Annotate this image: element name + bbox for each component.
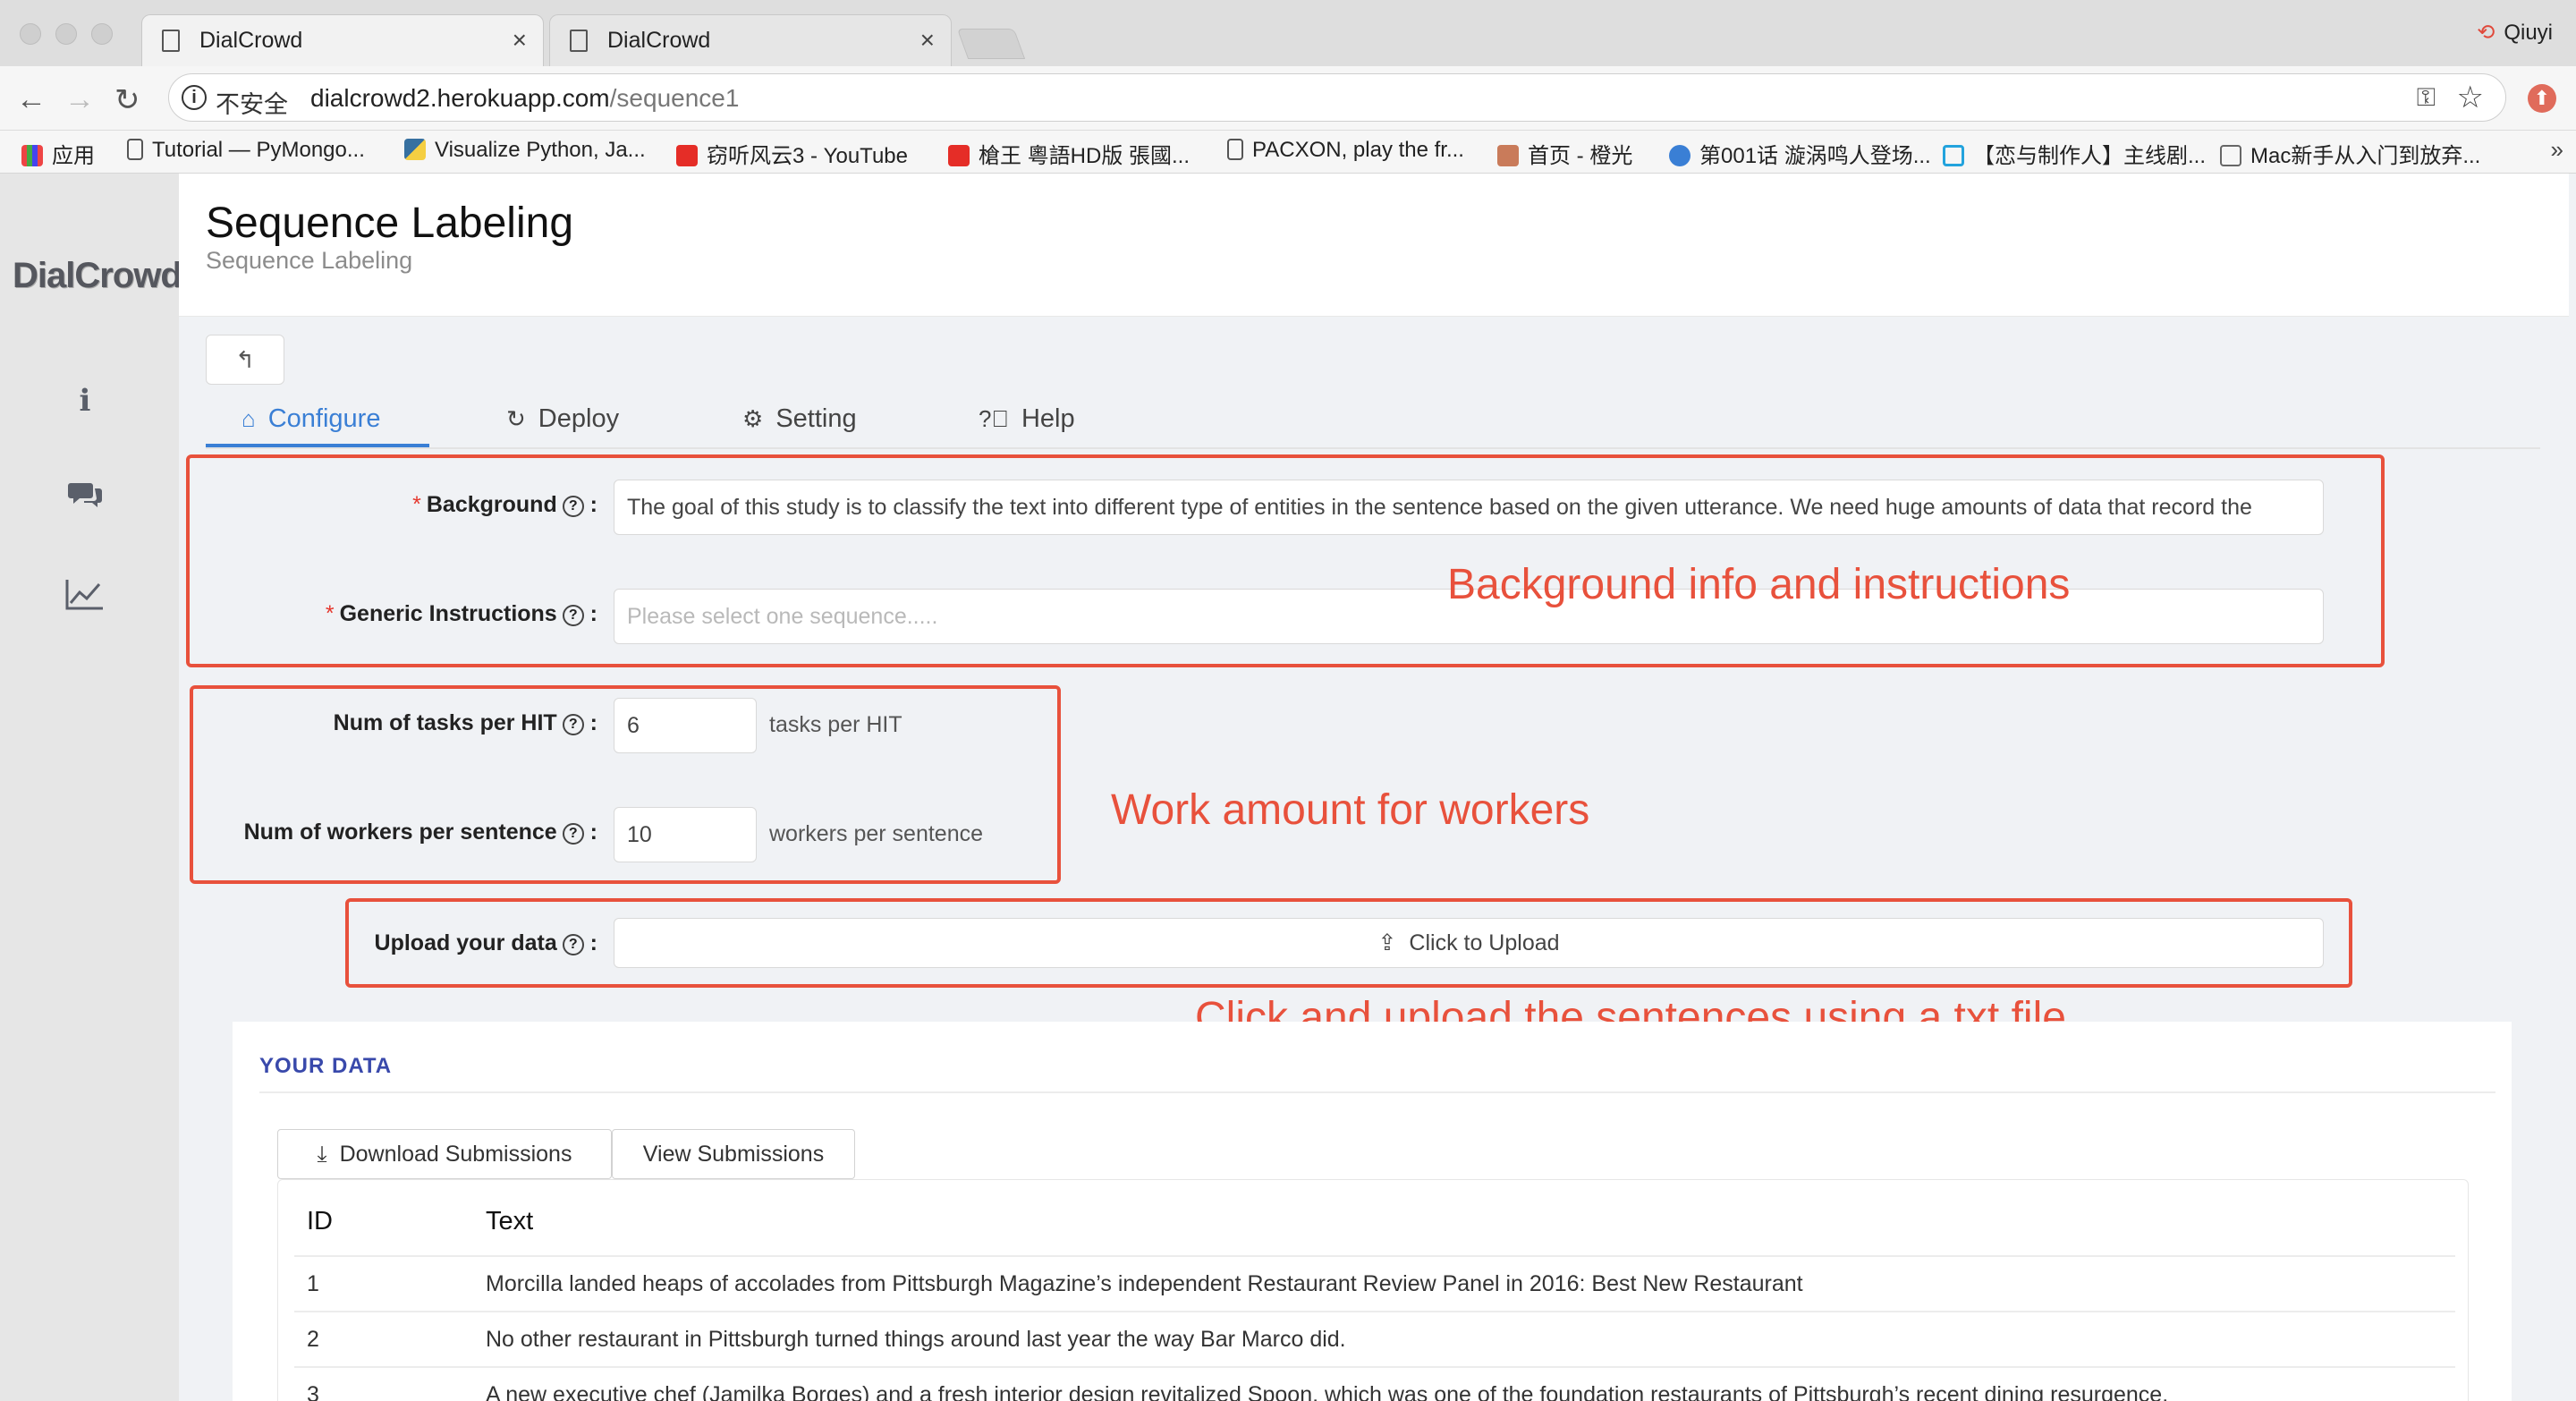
- bookmark-item[interactable]: 【恋与制作人】主线剧...: [1943, 138, 2206, 169]
- refresh-icon: ↻: [506, 405, 526, 432]
- annotation-work: Work amount for workers: [1111, 786, 1590, 834]
- profile-button[interactable]: ⟲ Qiuyi: [2477, 20, 2553, 46]
- tab-help[interactable]: ?⃝ Help: [979, 404, 1075, 434]
- annotation-box-upload: [345, 898, 2352, 988]
- download-submissions-button[interactable]: ⤓ Download Submissions: [277, 1129, 612, 1179]
- youtube-icon: [676, 145, 698, 166]
- address-bar[interactable]: i 不安全 dialcrowd2.herokuapp.com/sequence1…: [168, 73, 2506, 122]
- page-icon: [1227, 139, 1243, 160]
- bilibili-icon: [1943, 145, 1964, 166]
- page-icon: [162, 30, 180, 52]
- new-tab-button[interactable]: [956, 29, 1026, 59]
- bookmark-item[interactable]: 首页 - 橙光: [1497, 138, 1632, 169]
- cell-id: 1: [307, 1271, 319, 1296]
- youtube-icon: [948, 145, 970, 166]
- bookmarks-bar: 应用 Tutorial — PyMongo... Visualize Pytho…: [0, 131, 2576, 174]
- annotation-background: Background info and instructions: [1447, 561, 2071, 608]
- back-arrow-icon: ↰: [235, 346, 255, 373]
- video-icon: [1669, 145, 1690, 166]
- annotation-box-work: [190, 685, 1061, 884]
- chat-icon[interactable]: [63, 480, 107, 518]
- window-close-button[interactable]: [20, 23, 41, 45]
- browser-tab-2[interactable]: DialCrowd ×: [549, 14, 952, 66]
- page-icon: [570, 30, 588, 52]
- browser-titlebar: DialCrowd × DialCrowd × ⟲ Qiuyi: [0, 0, 2576, 66]
- key-icon[interactable]: ⚿: [2417, 83, 2436, 113]
- tab-deploy[interactable]: ↻ Deploy: [506, 404, 619, 434]
- app-logo[interactable]: DialCrowd: [13, 256, 182, 296]
- gear-icon: ⚙: [742, 405, 764, 432]
- table-row[interactable]: 1 Morcilla landed heaps of accolades fro…: [294, 1255, 2455, 1311]
- page-header: Sequence Labeling Sequence Labeling: [179, 174, 2569, 317]
- view-submissions-button[interactable]: View Submissions: [612, 1129, 855, 1179]
- reload-icon[interactable]: ↻: [114, 82, 140, 118]
- page-title: Sequence Labeling: [206, 200, 574, 247]
- your-data-card: YOUR DATA ⤓ Download Submissions View Sub…: [233, 1022, 2512, 1401]
- cell-text: No other restaurant in Pittsburgh turned…: [486, 1327, 1346, 1352]
- table-row[interactable]: 2 No other restaurant in Pittsburgh turn…: [294, 1311, 2455, 1366]
- cell-id: 2: [307, 1327, 319, 1352]
- sidebar: DialCrowd i: [0, 174, 182, 1401]
- bookmark-item[interactable]: Visualize Python, Ja...: [404, 138, 646, 163]
- page-icon: [127, 139, 143, 160]
- page-subtitle: Sequence Labeling: [206, 247, 413, 274]
- security-label: 不安全: [216, 91, 288, 118]
- bookmark-item[interactable]: 窃听风云3 - YouTube: [676, 138, 908, 169]
- apps-icon: [21, 145, 43, 166]
- tab-title: DialCrowd: [199, 28, 303, 53]
- back-button[interactable]: ↰: [206, 335, 284, 385]
- divider: [259, 1091, 2496, 1093]
- column-header-text: Text: [486, 1207, 534, 1235]
- bookmarks-more-button[interactable]: »: [2551, 136, 2563, 164]
- site-icon: [1497, 145, 1519, 166]
- profile-name: Qiuyi: [2504, 21, 2553, 45]
- config-tabs: ⌂ Configure ↻ Deploy ⚙ Setting ?⃝ Help: [206, 399, 2540, 449]
- chart-line-icon[interactable]: [63, 578, 107, 618]
- browser-toolbar: ← → ↻ i 不安全 dialcrowd2.herokuapp.com/seq…: [0, 66, 2576, 131]
- info-icon[interactable]: i: [63, 383, 107, 419]
- close-icon[interactable]: ×: [920, 26, 935, 55]
- cell-text: Morcilla landed heaps of accolades from …: [486, 1271, 1803, 1296]
- question-icon: ?⃝: [979, 405, 1009, 432]
- window-zoom-button[interactable]: [91, 23, 113, 45]
- url-text[interactable]: dialcrowd2.herokuapp.com/sequence1: [310, 84, 739, 113]
- home-icon: ⌂: [242, 405, 256, 432]
- column-header-id: ID: [307, 1207, 333, 1235]
- active-tab-indicator: [206, 444, 429, 447]
- site-icon: [2220, 145, 2241, 166]
- url-path: /sequence1: [609, 84, 740, 112]
- bookmark-item[interactable]: Tutorial — PyMongo...: [127, 138, 365, 163]
- back-arrow-icon[interactable]: ←: [16, 82, 47, 117]
- extension-icon[interactable]: ⬆: [2528, 84, 2556, 113]
- data-table: ID Text 1 Morcilla landed heaps of accol…: [277, 1179, 2469, 1401]
- info-icon[interactable]: i: [182, 85, 207, 110]
- download-icon: ⤓: [317, 1142, 327, 1167]
- close-icon[interactable]: ×: [513, 26, 527, 55]
- tab-setting[interactable]: ⚙ Setting: [742, 404, 857, 434]
- cell-id: 3: [307, 1382, 319, 1401]
- bookmark-item[interactable]: PACXON, play the fr...: [1227, 138, 1464, 163]
- url-host: dialcrowd2.herokuapp.com: [310, 84, 610, 112]
- cell-text: A new executive chef (Jamilka Borges) an…: [486, 1382, 2169, 1401]
- bookmark-item[interactable]: 槍王 粵語HD版 張國...: [948, 138, 1190, 169]
- tab-title: DialCrowd: [607, 28, 711, 53]
- forward-arrow-icon[interactable]: →: [64, 82, 95, 117]
- tab-configure[interactable]: ⌂ Configure: [242, 404, 380, 434]
- table-row[interactable]: 3 A new executive chef (Jamilka Borges) …: [294, 1366, 2455, 1401]
- bookmark-item[interactable]: 第001话 漩涡鸣人登场...: [1669, 138, 1931, 169]
- window-minimize-button[interactable]: [55, 23, 77, 45]
- section-title: YOUR DATA: [259, 1054, 393, 1078]
- bookmark-item[interactable]: Mac新手从入门到放弃...: [2220, 138, 2480, 169]
- python-icon: [404, 139, 426, 160]
- browser-tab-1[interactable]: DialCrowd ×: [141, 14, 544, 66]
- star-icon[interactable]: ☆: [2457, 80, 2484, 115]
- profile-icon: ⟲: [2477, 21, 2496, 45]
- bookmark-item[interactable]: 应用: [21, 138, 95, 169]
